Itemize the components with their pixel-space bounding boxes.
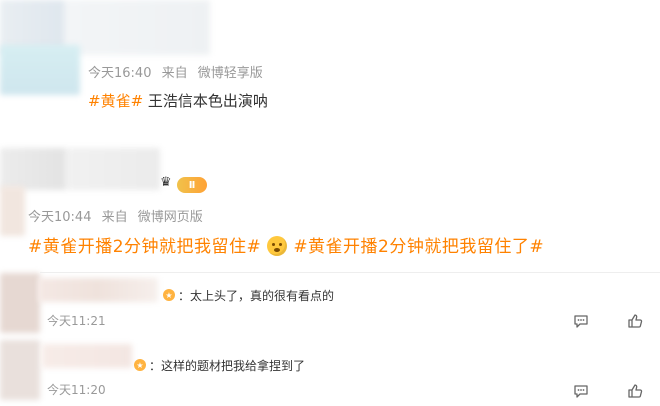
user-avatar-icon: ★ [163, 289, 175, 301]
post2-meta: 今天10:44 来自 微博网页版 [28, 206, 209, 225]
comment-icon[interactable] [573, 383, 589, 399]
blurred-commenter-2 [0, 340, 40, 400]
post2-topic1-link[interactable]: #黄雀开播2分钟就把我留住# [28, 237, 261, 257]
like-icon[interactable] [627, 313, 643, 329]
comment1-time: 今天11:21 [47, 314, 106, 328]
blurred-avatar-1b [0, 45, 80, 95]
comment2-time: 今天11:20 [47, 383, 106, 397]
post1-content: #黄雀# 王浩信本色出演呐 [88, 90, 268, 111]
blurred-avatar-2 [0, 148, 160, 190]
crown-icon: ♛ [160, 175, 172, 190]
user-avatar-icon: ★ [134, 359, 146, 371]
post1-meta: 今天16:40 来自 微博轻享版 [88, 62, 269, 81]
comment1-text: ：太上头了，真的很有看点的 [178, 289, 335, 303]
like-icon[interactable] [627, 383, 643, 399]
member-badge-level: Ⅱ [188, 179, 196, 191]
post1-topic-link[interactable]: #黄雀# [88, 92, 143, 110]
post1-time: 今天16:40 [88, 66, 152, 81]
blurred-commenter-1-name [38, 278, 158, 302]
post2-source-prefix: 来自 [101, 210, 128, 225]
post1-source-prefix: 来自 [161, 66, 188, 81]
post2-topic2-link[interactable]: #黄雀开播2分钟就把我留住了# [293, 237, 544, 257]
post2-content: #黄雀开播2分钟就把我留住# #黄雀开播2分钟就把我留住了# [28, 232, 544, 257]
post2-source[interactable]: 微博网页版 [138, 210, 203, 225]
blurred-commenter-1 [0, 273, 40, 333]
comment-icon[interactable] [573, 313, 589, 329]
emoji-face-icon [267, 236, 288, 256]
comment2-text: ：这样的题材把我给拿捏到了 [149, 359, 306, 373]
post1-source[interactable]: 微博轻享版 [198, 66, 263, 81]
blurred-commenter-2-name [42, 344, 132, 368]
post2-time: 今天10:44 [28, 210, 92, 225]
blurred-avatar-2b [0, 186, 25, 236]
post1-text: 王浩信本色出演呐 [143, 92, 268, 110]
divider [40, 272, 660, 273]
member-badge: Ⅱ [177, 177, 207, 193]
